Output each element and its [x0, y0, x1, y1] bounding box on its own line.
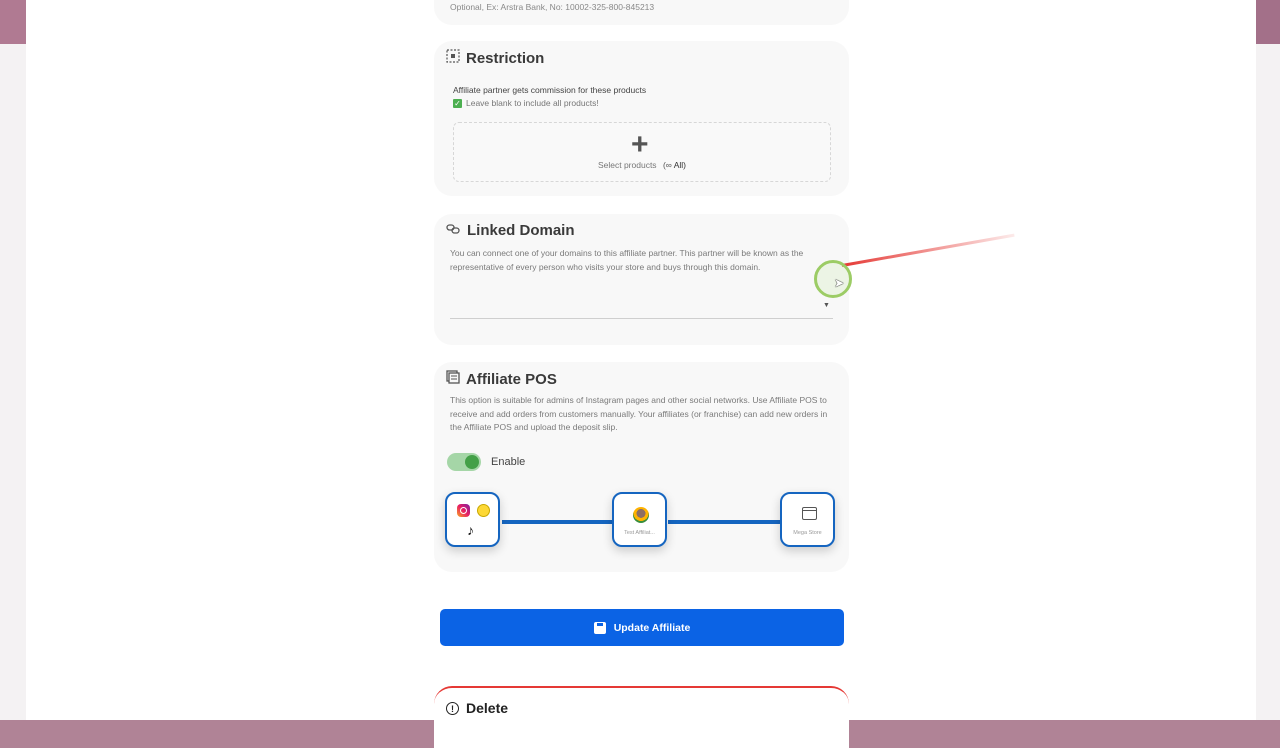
flow-connector-2 — [668, 520, 782, 524]
affiliate-node: Test Affiliat... — [612, 492, 667, 547]
linked-domain-card: Linked Domain You can connect one of you… — [434, 214, 849, 345]
social-networks-node: ♪ — [445, 492, 500, 547]
link-icon — [446, 222, 461, 239]
store-icon — [802, 507, 817, 520]
affiliate-pos-description: This option is suitable for admins of In… — [450, 395, 828, 433]
update-affiliate-label: Update Affiliate — [613, 621, 691, 634]
update-affiliate-button[interactable]: Update Affiliate — [440, 609, 844, 646]
all-label: All) — [673, 160, 687, 170]
affiliate-avatar-icon — [633, 507, 649, 523]
restriction-title: Restriction — [466, 49, 545, 67]
toggle-knob — [465, 455, 479, 469]
instagram-icon — [457, 504, 470, 517]
leave-blank-note: ✓ Leave blank to include all products! — [453, 98, 599, 108]
select-products-text: Select products (∞ All) — [454, 160, 830, 170]
affiliate-pos-title: Affiliate POS — [466, 370, 557, 388]
affiliate-pos-card: Affiliate POS This option is suitable fo… — [434, 362, 849, 572]
chevron-down-icon[interactable]: ▼ — [823, 302, 830, 309]
domain-select[interactable] — [450, 317, 833, 319]
pos-icon — [446, 370, 460, 388]
save-icon — [593, 621, 606, 634]
linked-domain-header: Linked Domain — [446, 222, 575, 239]
select-products-button[interactable]: + Select products (∞ All) — [453, 122, 831, 182]
background-left-edge — [0, 0, 26, 720]
cursor-highlight — [814, 260, 852, 298]
warning-icon: ! — [446, 701, 459, 715]
background-right-edge — [1256, 0, 1280, 720]
linked-domain-description: You can connect one of your domains to t… — [450, 248, 804, 272]
restriction-header: Restriction — [446, 49, 544, 67]
restriction-icon — [446, 49, 460, 67]
flow-connector-1 — [502, 520, 614, 524]
delete-card: ! Delete — [434, 686, 849, 748]
bank-info-card: Optional, Ex: Arstra Bank, No: 10002-325… — [434, 0, 849, 25]
enable-toggle[interactable] — [447, 453, 481, 471]
check-icon: ✓ — [453, 98, 462, 108]
delete-title: Delete — [466, 700, 509, 716]
enable-toggle-row: Enable — [447, 453, 525, 471]
store-node-caption: Mega Store — [793, 530, 822, 536]
plus-icon: + — [631, 128, 649, 161]
tiktok-icon: ♪ — [467, 522, 474, 538]
linked-domain-title: Linked Domain — [467, 222, 575, 239]
restriction-card: Restriction Affiliate partner gets commi… — [434, 41, 849, 196]
restriction-label: Affiliate partner gets commission for th… — [453, 85, 647, 95]
bank-info-hint: Optional, Ex: Arstra Bank, No: 10002-325… — [450, 2, 655, 12]
snapchat-icon — [477, 504, 490, 517]
mouse-pointer-icon: ➤ — [834, 276, 845, 290]
enable-label: Enable — [491, 456, 526, 468]
select-products-label: Select products — [597, 160, 657, 170]
affiliate-node-caption: Test Affiliat... — [624, 530, 655, 536]
store-node: Mega Store — [780, 492, 835, 547]
delete-header: ! Delete — [446, 700, 508, 716]
affiliate-pos-header: Affiliate POS — [446, 370, 557, 388]
infinity-icon: (∞ — [662, 160, 672, 170]
leave-blank-text: Leave blank to include all products! — [466, 98, 599, 108]
